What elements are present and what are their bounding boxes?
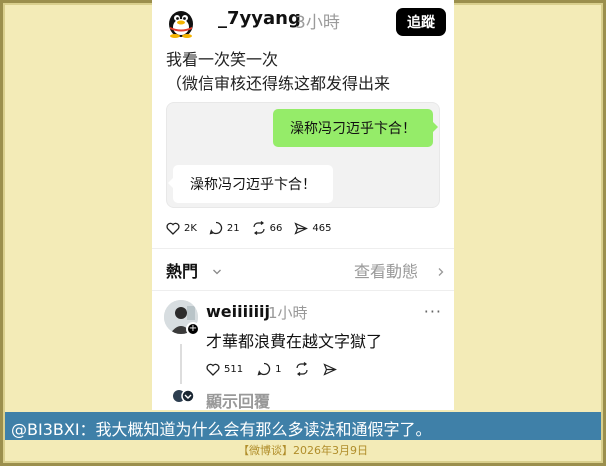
comment-count: 21 xyxy=(226,222,240,234)
more-options-icon[interactable]: ··· xyxy=(424,302,442,321)
share-button[interactable]: 465 xyxy=(294,221,332,235)
repost-count: 66 xyxy=(269,222,283,234)
heart-icon xyxy=(206,363,220,376)
post-username[interactable]: _7yyang xyxy=(218,8,301,29)
divider xyxy=(152,248,454,249)
caption-text: @BI3BXI：我大概知道为什么会有那么多读法和通假字了。 xyxy=(11,420,432,439)
comment-button[interactable]: 21 xyxy=(209,221,240,235)
heart-icon xyxy=(166,222,180,235)
chevron-right-icon[interactable] xyxy=(436,262,446,276)
reply-username[interactable]: weiiiiiij xyxy=(206,302,270,321)
follow-plus-icon[interactable]: + xyxy=(186,322,200,336)
reply-comment-button[interactable]: 1 xyxy=(257,362,281,376)
post-text: 我看一次笑一次 （微信审核还得练这都发得出来 xyxy=(166,50,391,93)
reply-share-button[interactable] xyxy=(323,362,338,376)
send-icon xyxy=(294,221,309,235)
repost-icon xyxy=(295,362,309,376)
qq-penguin-avatar[interactable] xyxy=(164,8,193,38)
wechat-screenshot: 澡称冯刁迈乎卞合！ 澡称冯刁迈乎卞合！ xyxy=(166,102,440,208)
chevron-down-icon[interactable] xyxy=(212,262,222,275)
view-activity-link[interactable]: 查看動態 xyxy=(354,258,418,282)
reply-like-button[interactable]: 511 xyxy=(206,363,243,376)
reply-like-count: 511 xyxy=(224,363,244,375)
repost-button[interactable]: 66 xyxy=(252,221,283,235)
post-time: 3小時 xyxy=(295,13,340,33)
reply-text: 才華都浪費在越文字獄了 xyxy=(206,332,383,351)
replies-filter-bar: 熱門 查看動態 xyxy=(166,256,446,282)
like-button[interactable]: 2K xyxy=(166,222,197,235)
share-count: 465 xyxy=(312,222,332,234)
post-header: _7yyang 3小時 追蹤 xyxy=(164,8,446,38)
sent-message-bubble: 澡称冯刁迈乎卞合！ xyxy=(273,109,433,147)
reply-time: 1小時 xyxy=(268,304,308,322)
comment-bubble-icon xyxy=(257,362,271,376)
threads-screenshot: _7yyang 3小時 追蹤 我看一次笑一次 （微信审核还得练这都发得出来 澡称… xyxy=(152,0,454,410)
sent-bubble-tail xyxy=(432,121,438,133)
repost-icon xyxy=(252,221,266,235)
show-replies-link[interactable]: 顯示回覆 xyxy=(206,388,270,410)
reply-item: + weiiiiiij 1小時 ··· 才華都浪費在越文字獄了 511 1 顯示… xyxy=(164,300,446,410)
post-actions: 2K 21 66 465 xyxy=(166,220,343,236)
reply-repost-button[interactable] xyxy=(295,362,309,376)
send-icon xyxy=(323,362,338,376)
like-count: 2K xyxy=(184,222,197,234)
received-message-bubble: 澡称冯刁迈乎卞合！ xyxy=(173,165,333,203)
thread-line xyxy=(180,344,182,384)
reply-comment-count: 1 xyxy=(275,363,282,375)
reply-actions: 511 1 xyxy=(206,362,351,376)
source-date: 【微博谈】2026年3月9日 xyxy=(238,444,368,457)
follow-button[interactable]: 追蹤 xyxy=(396,8,446,36)
caption-bar: @BI3BXI：我大概知道为什么会有那么多读法和通假字了。 xyxy=(5,412,601,440)
hot-sort-dropdown[interactable]: 熱門 xyxy=(166,258,198,282)
comment-bubble-icon xyxy=(209,221,223,235)
divider xyxy=(152,290,454,291)
received-bubble-tail xyxy=(168,177,174,189)
reply-avatars-icon xyxy=(172,388,198,404)
